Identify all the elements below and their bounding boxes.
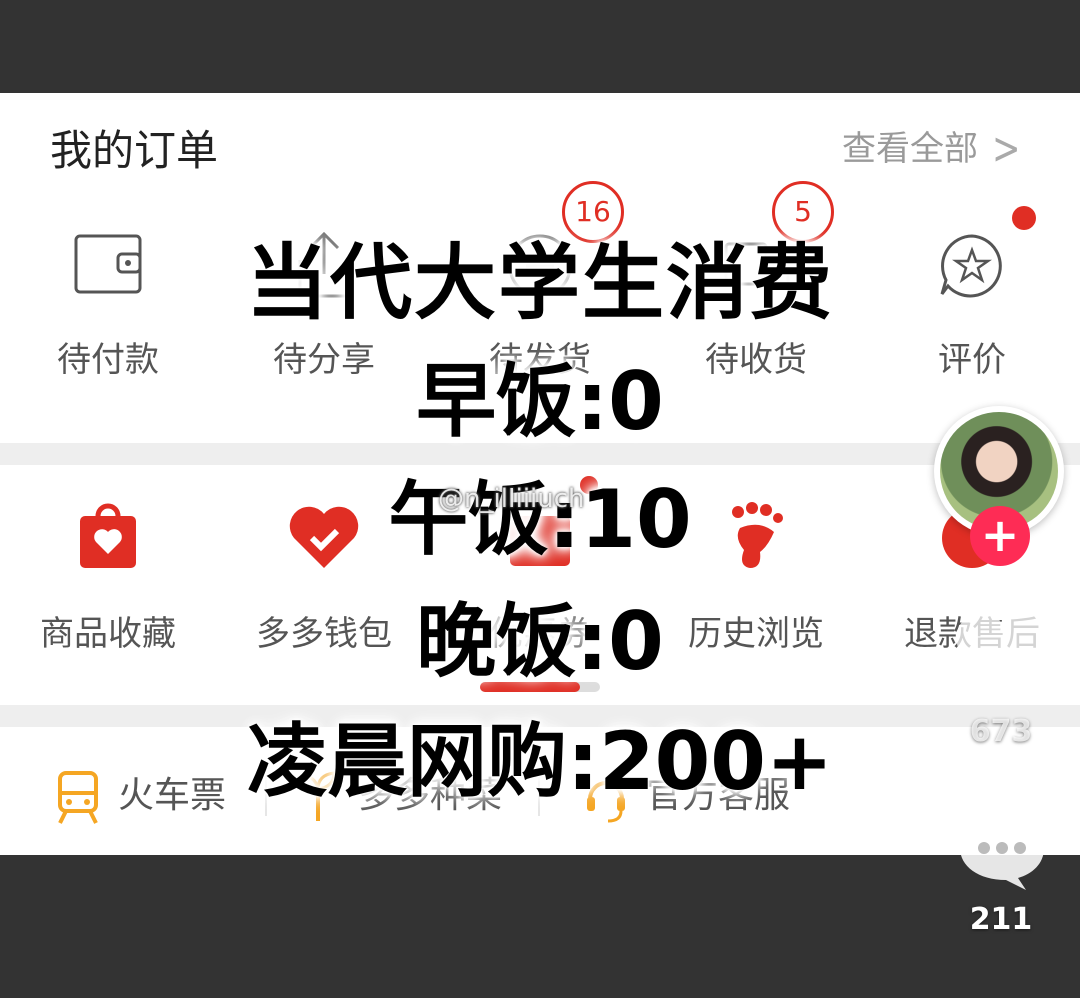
orders-title: 我的订单 (50, 126, 219, 175)
follow-button[interactable]: + (970, 506, 1030, 566)
view-all-label: 查看全部 (842, 129, 978, 169)
comment-count: 211 (969, 902, 1033, 937)
to-ship-count-badge: 16 (562, 181, 624, 243)
caption-late-night-shopping: 凌晨网购:200+ (246, 715, 833, 808)
weibo-watermark: @n_ilIiiiuch (438, 484, 585, 514)
caption-dinner: 晚饭:0 (416, 595, 664, 688)
caption-breakfast: 早饭:0 (416, 355, 664, 448)
like-count: 673 (969, 714, 1033, 749)
chevron-right-icon: > (992, 123, 1021, 175)
view-all-link[interactable]: 查看全部 > (842, 123, 1021, 175)
like-heart-icon[interactable] (954, 610, 1048, 696)
review-notification-dot (1012, 206, 1036, 230)
to-receive-count-badge: 5 (772, 181, 834, 243)
comment-bubble-icon[interactable] (956, 812, 1048, 892)
caption-title: 当代大学生消费 (245, 236, 834, 331)
